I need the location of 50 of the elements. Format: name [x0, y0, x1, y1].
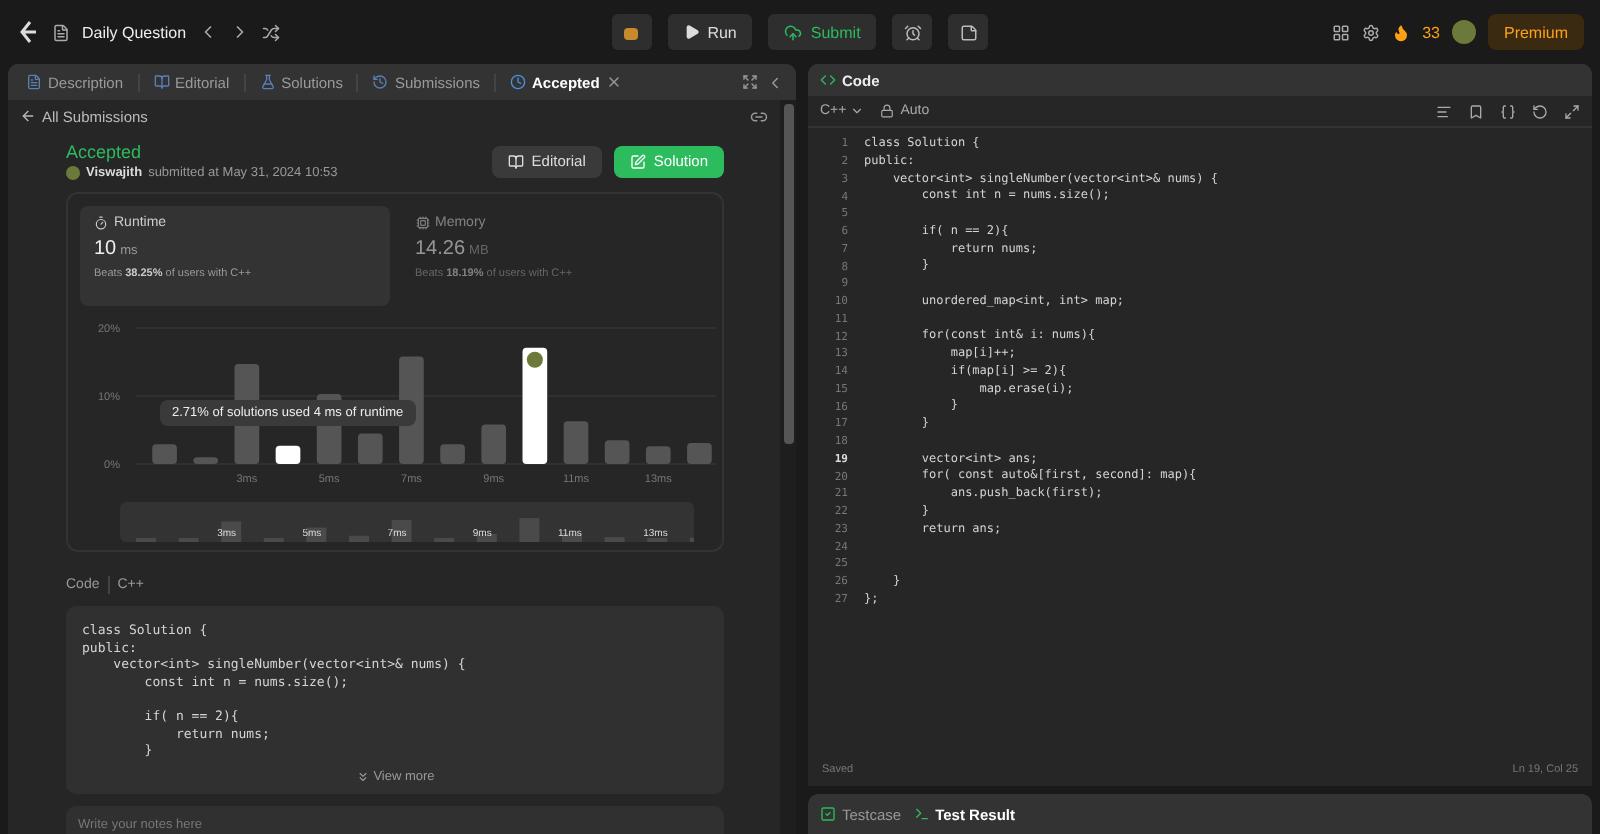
play-icon: [683, 24, 700, 40]
status-text: Accepted: [66, 142, 144, 162]
checkbox-icon: [820, 806, 836, 822]
premium-button[interactable]: Premium: [1487, 14, 1584, 50]
alarm-clock-icon: [903, 23, 922, 41]
avatar-icon: [66, 166, 80, 180]
shuffle-icon[interactable]: [262, 23, 281, 41]
avatar-icon: [526, 351, 543, 368]
submit-button[interactable]: Submit: [768, 14, 877, 50]
book-icon: [507, 153, 524, 169]
run-button[interactable]: Run: [667, 14, 753, 50]
grid-icon[interactable]: [1332, 23, 1351, 41]
link-icon[interactable]: [750, 107, 768, 125]
lock-icon: [880, 104, 895, 118]
flask-icon: [259, 74, 276, 90]
maximize-icon[interactable]: [1564, 103, 1580, 119]
bookmark-icon[interactable]: [1468, 103, 1484, 119]
format-icon[interactable]: [1436, 103, 1452, 119]
expand-icon[interactable]: [742, 74, 758, 90]
histogram-bar[interactable]: [275, 445, 301, 464]
chevrons-down-icon: [355, 769, 370, 784]
scrollbar[interactable]: [780, 100, 796, 834]
clock-icon: [510, 74, 527, 90]
flame-icon[interactable]: [1392, 23, 1411, 41]
braces-icon[interactable]: [1500, 103, 1516, 119]
collapse-icon[interactable]: [766, 73, 784, 91]
cloud-upload-icon: [784, 23, 803, 41]
list-icon[interactable]: [52, 23, 70, 41]
history-icon: [372, 74, 389, 90]
streak-count[interactable]: 33: [1422, 23, 1440, 41]
terminal-icon: [913, 806, 930, 822]
settings-icon[interactable]: [1362, 23, 1381, 41]
document-icon: [26, 74, 42, 90]
note-button[interactable]: [948, 14, 989, 50]
debug-button[interactable]: [611, 14, 652, 50]
alarm-clock-button[interactable]: [892, 14, 933, 50]
back-arrow-icon: [20, 108, 36, 124]
close-icon[interactable]: [605, 74, 622, 90]
code-icon: [820, 72, 836, 88]
note-icon: [959, 23, 978, 41]
logo-icon[interactable]: [16, 20, 40, 44]
chip-icon: [415, 216, 429, 230]
pen-icon: [629, 153, 646, 169]
avatar-icon[interactable]: [1451, 20, 1476, 44]
chevron-down-icon: [850, 104, 865, 118]
histogram-bar[interactable]: [522, 347, 548, 464]
reset-icon[interactable]: [1532, 103, 1548, 119]
timer-icon: [94, 216, 108, 230]
problem-list-title[interactable]: Daily Question: [82, 23, 187, 41]
book-icon: [153, 74, 170, 90]
